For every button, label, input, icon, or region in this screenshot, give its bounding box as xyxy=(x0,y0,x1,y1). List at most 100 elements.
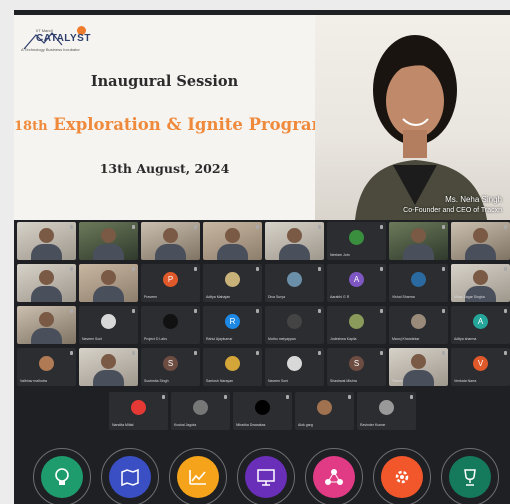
participant-name: Vikas Sagar Singha xyxy=(454,295,485,299)
participant-head xyxy=(287,228,302,243)
participant-tile[interactable] xyxy=(17,222,76,260)
mic-icon xyxy=(70,309,73,313)
mic-icon xyxy=(442,225,445,229)
participant-head xyxy=(39,228,54,243)
participant-avatar xyxy=(411,272,426,287)
participant-body xyxy=(31,244,62,260)
participant-tile[interactable]: Nandita Mittal xyxy=(109,392,168,430)
logo-name: CATALYST xyxy=(36,33,91,44)
participant-tile[interactable]: Vikas Sagar Singha xyxy=(451,264,510,302)
mic-icon xyxy=(504,309,507,313)
mic-icon xyxy=(256,267,259,271)
mic-icon xyxy=(504,267,507,271)
participant-tile[interactable]: R Rahul Ajaykumar xyxy=(203,306,262,344)
participant-tile[interactable]: Niharika Dwarakas xyxy=(233,392,292,430)
participant-tile[interactable]: Manoj Khandekar xyxy=(389,306,448,344)
participant-tile[interactable]: Santosh Narayan xyxy=(203,348,262,386)
participant-tile[interactable]: Naveen Soni xyxy=(79,306,138,344)
participant-avatar xyxy=(349,314,364,329)
participant-tile[interactable] xyxy=(17,264,76,302)
participant-avatar: R xyxy=(225,314,240,329)
participant-avatar xyxy=(39,356,54,371)
participant-tile[interactable] xyxy=(79,222,138,260)
participant-tile[interactable]: Alok garg xyxy=(295,392,354,430)
mic-icon xyxy=(380,267,383,271)
participant-tile[interactable]: Judeshwa Kapila xyxy=(327,306,386,344)
speaker-name: Ms. Neha Singh xyxy=(445,195,502,204)
participant-name: Shashwat Mishra xyxy=(330,379,357,383)
participant-body xyxy=(93,286,124,302)
participant-tile[interactable]: A Aditya sharma xyxy=(451,306,510,344)
participant-head xyxy=(163,228,178,243)
participant-tile[interactable]: Diva Surya xyxy=(265,264,324,302)
mic-icon xyxy=(162,395,165,399)
participant-tile[interactable]: Project D Labs xyxy=(141,306,200,344)
participant-head xyxy=(101,228,116,243)
participant-body xyxy=(93,370,124,386)
growth-chart-icon xyxy=(177,456,219,498)
participant-tile[interactable] xyxy=(389,222,448,260)
participant-name: Project D Labs xyxy=(144,337,167,341)
mic-icon xyxy=(224,395,227,399)
participant-tile[interactable] xyxy=(265,222,324,260)
participant-tile[interactable]: Ravinder Kumar xyxy=(357,392,416,430)
participant-avatar: S xyxy=(349,356,364,371)
participant-tile[interactable]: S Sushmita Singh xyxy=(141,348,200,386)
participant-avatar xyxy=(225,272,240,287)
participant-head xyxy=(473,270,488,285)
participant-tile[interactable]: Vishal Sharma xyxy=(389,264,448,302)
mic-icon xyxy=(410,395,413,399)
slide-title: Inaugural Session xyxy=(90,73,239,90)
participant-tile[interactable]: Vaibhav malhotra xyxy=(17,348,76,386)
participant-tile[interactable] xyxy=(141,222,200,260)
participant-tile[interactable]: S Shashwat Mishra xyxy=(327,348,386,386)
participant-name: Rahul Ajaykumar xyxy=(206,337,233,341)
participant-head xyxy=(101,354,116,369)
participant-head xyxy=(473,228,488,243)
mic-icon xyxy=(256,351,259,355)
participant-tile[interactable] xyxy=(451,222,510,260)
participant-tile[interactable]: Tracxn xyxy=(389,348,448,386)
participant-tile[interactable] xyxy=(17,306,76,344)
participant-tile[interactable]: Aditya Mahajan xyxy=(203,264,262,302)
shared-slide: IIT Mandi CATALYST A Technology Business… xyxy=(14,15,329,220)
slide-date: 13th August, 2024 xyxy=(99,161,230,176)
mic-icon xyxy=(132,267,135,271)
participant-tile[interactable]: P Praveen xyxy=(141,264,200,302)
participant-tile[interactable] xyxy=(79,264,138,302)
speaker-video[interactable]: Ms. Neha Singh Co-Founder and CEO of Tra… xyxy=(315,15,510,220)
participant-avatar: V xyxy=(473,356,488,371)
speaker-portrait xyxy=(355,35,487,220)
participant-name: Vishal Sharma xyxy=(392,295,415,299)
participant-tile[interactable] xyxy=(79,348,138,386)
participant-name: Nandita Mittal xyxy=(112,423,134,427)
participant-tile[interactable]: Muthu meiyappan xyxy=(265,306,324,344)
participant-name: Aarabhi G R xyxy=(330,295,350,299)
participant-tile[interactable]: A Aarabhi G R xyxy=(327,264,386,302)
mic-icon xyxy=(70,351,73,355)
participant-name: Kushal Jagota xyxy=(174,423,197,427)
participant-avatar xyxy=(255,400,270,415)
program-title: 18th Exploration & Ignite Program xyxy=(14,115,329,134)
participant-avatar xyxy=(379,400,394,415)
trophy-icon xyxy=(449,456,491,498)
participant-avatar xyxy=(317,400,332,415)
mic-icon xyxy=(256,309,259,313)
mic-icon xyxy=(286,395,289,399)
participant-name: Niharika Dwarakas xyxy=(236,423,266,427)
participant-body xyxy=(465,286,496,302)
participant-tile[interactable]: Naveen Soni xyxy=(265,348,324,386)
participant-avatar: S xyxy=(163,356,178,371)
participant-name: Manoj Khandekar xyxy=(392,337,420,341)
participant-tile[interactable]: V Venkata Narra xyxy=(451,348,510,386)
participant-body xyxy=(403,244,434,260)
participant-tile[interactable]: Kushal Jagota xyxy=(171,392,230,430)
participant-name: Muthu meiyappan xyxy=(268,337,296,341)
participant-name: Praveen xyxy=(144,295,158,299)
mic-icon xyxy=(318,351,321,355)
participant-name: Venkata Narra xyxy=(454,379,477,383)
participant-body xyxy=(465,244,496,260)
participant-tile[interactable]: Neelam Jotn xyxy=(327,222,386,260)
mic-icon xyxy=(194,309,197,313)
participant-tile[interactable] xyxy=(203,222,262,260)
